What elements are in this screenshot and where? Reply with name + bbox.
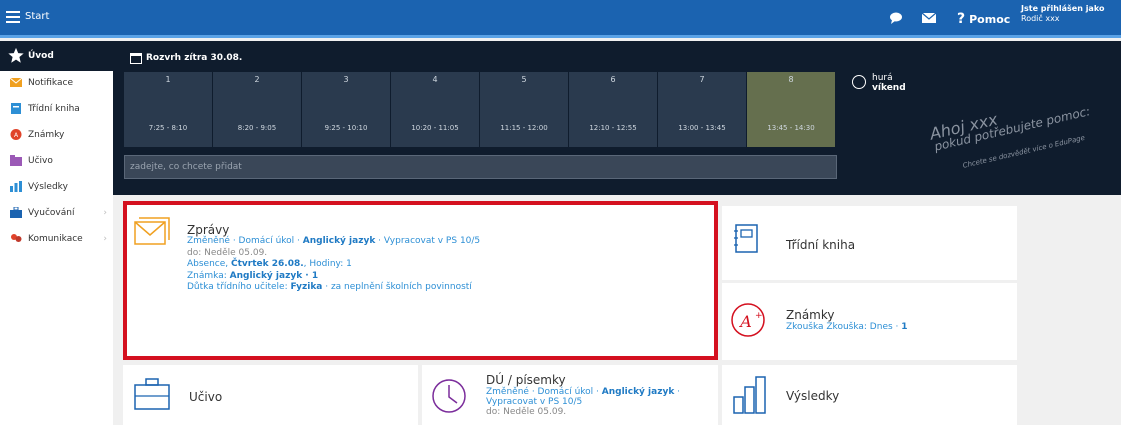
highlight-frame bbox=[123, 201, 718, 360]
briefcase-icon bbox=[134, 378, 170, 410]
chat-icon[interactable] bbox=[889, 11, 905, 25]
bar-chart-icon bbox=[10, 181, 22, 192]
book-icon bbox=[11, 103, 21, 114]
app-title[interactable]: Start bbox=[25, 11, 49, 22]
clock-icon bbox=[852, 75, 866, 89]
tile-znamky[interactable]: A + Známky Zkouška Zkouška: Dnes · 1 bbox=[722, 283, 1017, 360]
sidebar-item-komunikace[interactable]: Komunikace › bbox=[0, 227, 113, 251]
people-icon bbox=[11, 234, 22, 242]
chevron-right-icon: › bbox=[103, 208, 107, 218]
sidebar-item-notifikace[interactable]: Notifikace bbox=[0, 71, 113, 95]
notebook-icon bbox=[734, 224, 758, 253]
tile-tridni-kniha[interactable]: Třídní kniha bbox=[722, 206, 1017, 280]
schedule-title: Rozvrh zítra 30.08. bbox=[130, 53, 242, 64]
sidebar-item-znamky[interactable]: A Známky bbox=[0, 123, 113, 147]
sidebar-item-vysledky[interactable]: Výsledky bbox=[0, 175, 113, 199]
tile-vysledky[interactable]: Výsledky bbox=[722, 365, 1017, 425]
schedule-slot[interactable]: 6 12:10 - 12:55 bbox=[569, 72, 657, 147]
calendar-icon bbox=[130, 53, 142, 64]
sidebar-item-tridni-kniha[interactable]: Třídní kniha bbox=[0, 97, 113, 121]
sidebar-item-ucivo[interactable]: Učivo bbox=[0, 149, 113, 173]
svg-text:A: A bbox=[738, 312, 752, 331]
grade-icon: A + bbox=[731, 303, 765, 337]
chevron-right-icon: › bbox=[103, 234, 107, 244]
top-bar: Start ? Pomoc Jste přihlášen jako Rodič x… bbox=[0, 0, 1121, 38]
schedule-slot[interactable]: 8 13:45 - 14:30 bbox=[747, 72, 835, 147]
schedule-slot[interactable]: 3 9:25 - 10:10 bbox=[302, 72, 390, 147]
weekend-notice: hurá víkend bbox=[852, 73, 906, 93]
help-button[interactable]: ? Pomoc bbox=[957, 11, 1010, 27]
login-info[interactable]: Jste přihlášen jako Rodič xxx bbox=[1021, 4, 1104, 24]
schedule-slot[interactable]: 4 10:20 - 11:05 bbox=[391, 72, 479, 147]
schedule-slot[interactable]: 1 7:25 - 8:10 bbox=[124, 72, 212, 147]
sidebar-item-uvod[interactable]: Úvod bbox=[0, 41, 113, 71]
briefcase-icon bbox=[10, 207, 22, 218]
grade-icon: A bbox=[10, 129, 22, 140]
menu-icon[interactable] bbox=[6, 11, 20, 23]
star-icon bbox=[8, 47, 24, 63]
clock-icon bbox=[432, 379, 466, 413]
svg-text:+: + bbox=[755, 311, 763, 321]
question-icon: ? bbox=[957, 11, 966, 27]
tile-ucivo[interactable]: Učivo bbox=[123, 365, 418, 425]
folder-icon bbox=[10, 155, 22, 166]
schedule-slot[interactable]: 7 13:00 - 13:45 bbox=[658, 72, 746, 147]
bar-chart-icon bbox=[733, 376, 766, 414]
tile-du-pisemky[interactable]: DÚ / písemky Změněné · Domácí úkol · Ang… bbox=[422, 365, 718, 425]
add-input[interactable]: zadejte, co chcete přidat bbox=[124, 155, 837, 179]
envelope-icon bbox=[10, 77, 22, 87]
sidebar-item-vyucovani[interactable]: Vyučování › bbox=[0, 201, 113, 225]
schedule-slot[interactable]: 2 8:20 - 9:05 bbox=[213, 72, 301, 147]
schedule-slot[interactable]: 5 11:15 - 12:00 bbox=[480, 72, 568, 147]
sidebar: Úvod Notifikace Třídní kniha A Známky Uč… bbox=[0, 41, 113, 425]
mail-icon[interactable] bbox=[921, 11, 937, 25]
